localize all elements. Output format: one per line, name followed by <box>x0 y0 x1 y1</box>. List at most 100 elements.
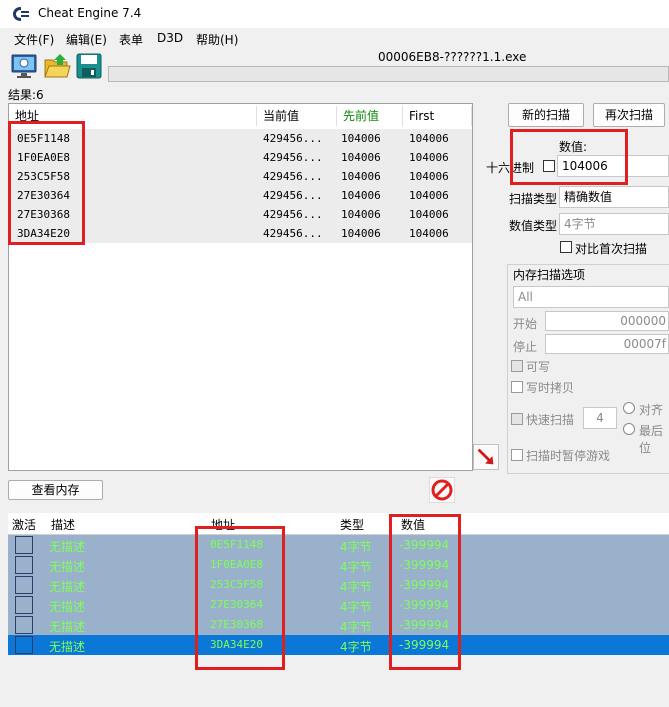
scan-type-select[interactable]: 精确数值 <box>559 186 669 208</box>
column-previous-value[interactable]: 先前值 <box>337 106 403 126</box>
last-digits-label: 最后位 <box>639 424 664 455</box>
window-title: Cheat Engine 7.4 <box>38 6 142 20</box>
column-type[interactable]: 类型 <box>340 516 364 533</box>
open-process-button[interactable] <box>10 52 38 80</box>
result-current: 429456... <box>263 189 323 202</box>
entry-type: 4字节 <box>340 580 372 594</box>
column-table-address[interactable]: 地址 <box>211 516 235 533</box>
active-checkbox[interactable] <box>15 556 33 574</box>
entry-type: 4字节 <box>340 560 372 574</box>
entry-description: 无描述 <box>49 620 86 634</box>
menu-edit[interactable]: 编辑(E) <box>66 31 107 48</box>
found-addresses-list[interactable]: 地址 当前值 先前值 First 0E5F1148 429456... 1040… <box>8 103 473 471</box>
menu-help[interactable]: 帮助(H) <box>196 31 238 48</box>
active-checkbox[interactable] <box>15 596 33 614</box>
result-address: 253C5F58 <box>17 170 70 183</box>
fast-scan-alignment-input[interactable]: 4 <box>583 407 617 429</box>
table-row[interactable]: 无描述 27E30368 4字节 -399994 <box>8 615 669 635</box>
writable-checkbox[interactable] <box>511 360 523 372</box>
memory-region-select[interactable]: All <box>513 286 669 308</box>
scan-progress-bar <box>108 66 669 82</box>
entry-address: 3DA34E20 <box>210 638 263 651</box>
result-previous: 104006 <box>341 189 381 202</box>
result-current: 429456... <box>263 151 323 164</box>
pause-game-checkbox[interactable] <box>511 449 523 461</box>
stop-label: 停止 <box>513 340 538 354</box>
result-row[interactable]: 0E5F1148 429456... 104006 104006 <box>9 129 472 148</box>
entry-value: -399994 <box>399 638 450 652</box>
view-memory-button[interactable]: 查看内存 <box>8 480 103 500</box>
add-to-table-arrow-icon[interactable] <box>473 444 499 470</box>
start-label: 开始 <box>513 317 538 331</box>
entry-value: -399994 <box>399 598 450 612</box>
entry-description: 无描述 <box>49 640 86 654</box>
entry-description: 无描述 <box>49 540 86 554</box>
entry-address: 253C5F58 <box>210 578 263 591</box>
column-first[interactable]: First <box>403 106 472 126</box>
menu-file[interactable]: 文件(F) <box>14 31 54 48</box>
splitter-handle[interactable] <box>0 506 669 510</box>
value-type-select[interactable]: 4字节 <box>559 213 669 235</box>
hex-label: 十六进制 <box>486 161 535 175</box>
entry-type: 4字节 <box>340 540 372 554</box>
fast-scan-label: 快速扫描 <box>526 413 575 427</box>
align-radio[interactable] <box>623 402 635 414</box>
result-row[interactable]: 27E30368 429456... 104006 104006 <box>9 205 472 224</box>
table-row[interactable]: 无描述 27E30364 4字节 -399994 <box>8 595 669 615</box>
entry-address: 1F0EA0E8 <box>210 558 263 571</box>
menu-d3d[interactable]: D3D <box>157 31 183 45</box>
clear-list-stop-icon[interactable] <box>429 477 455 503</box>
new-scan-button[interactable]: 新的扫描 <box>508 103 584 127</box>
result-row[interactable]: 27E30364 429456... 104006 104006 <box>9 186 472 205</box>
scan-value-input[interactable]: 104006 <box>557 155 669 177</box>
compare-first-checkbox[interactable] <box>560 241 572 253</box>
result-first: 104006 <box>409 151 449 164</box>
entry-value: -399994 <box>399 558 450 572</box>
column-current-value[interactable]: 当前值 <box>257 106 337 126</box>
entry-description: 无描述 <box>49 560 86 574</box>
cheat-table-header: 激活 描述 地址 类型 数值 <box>8 513 669 535</box>
table-row[interactable]: 无描述 253C5F58 4字节 -399994 <box>8 575 669 595</box>
active-checkbox[interactable] <box>15 636 33 654</box>
fast-scan-checkbox[interactable] <box>511 413 523 425</box>
open-file-button[interactable] <box>43 52 71 80</box>
result-previous: 104006 <box>341 151 381 164</box>
table-row-selected[interactable]: 无描述 3DA34E20 4字节 -399994 <box>8 635 669 655</box>
result-address: 3DA34E20 <box>17 227 70 240</box>
column-value[interactable]: 数值 <box>401 516 425 533</box>
menu-table[interactable]: 表单 <box>119 31 143 48</box>
next-scan-button[interactable]: 再次扫描 <box>593 103 665 127</box>
result-row[interactable]: 3DA34E20 429456... 104006 104006 <box>9 224 472 243</box>
active-checkbox[interactable] <box>15 576 33 594</box>
active-checkbox[interactable] <box>15 536 33 554</box>
result-row[interactable]: 253C5F58 429456... 104006 104006 <box>9 167 472 186</box>
entry-type: 4字节 <box>340 620 372 634</box>
copy-on-write-checkbox[interactable] <box>511 381 523 393</box>
cheat-engine-logo-icon <box>13 7 29 21</box>
result-previous: 104006 <box>341 170 381 183</box>
results-count: 结果:6 <box>8 88 44 102</box>
save-button[interactable] <box>75 52 103 80</box>
copy-on-write-label: 写时拷贝 <box>526 381 575 395</box>
last-digits-radio[interactable] <box>623 423 635 435</box>
memory-options-label: 内存扫描选项 <box>513 268 586 282</box>
active-checkbox[interactable] <box>15 616 33 634</box>
value-label: 数值: <box>559 140 588 154</box>
hex-checkbox[interactable] <box>543 160 555 172</box>
column-address[interactable]: 地址 <box>9 106 257 126</box>
entry-address: 0E5F1148 <box>210 538 263 551</box>
entry-description: 无描述 <box>49 600 86 614</box>
result-row[interactable]: 1F0EA0E8 429456... 104006 104006 <box>9 148 472 167</box>
result-previous: 104006 <box>341 132 381 145</box>
result-previous: 104006 <box>341 227 381 240</box>
entry-address: 27E30364 <box>210 598 263 611</box>
stop-address-input[interactable]: 00007f <box>545 334 669 354</box>
entry-address: 27E30368 <box>210 618 263 631</box>
table-row[interactable]: 无描述 0E5F1148 4字节 -399994 <box>8 535 669 555</box>
column-active[interactable]: 激活 <box>12 516 36 533</box>
table-row[interactable]: 无描述 1F0EA0E8 4字节 -399994 <box>8 555 669 575</box>
start-address-input[interactable]: 000000 <box>545 311 669 331</box>
column-description[interactable]: 描述 <box>51 516 75 533</box>
entry-description: 无描述 <box>49 580 86 594</box>
entry-value: -399994 <box>399 578 450 592</box>
